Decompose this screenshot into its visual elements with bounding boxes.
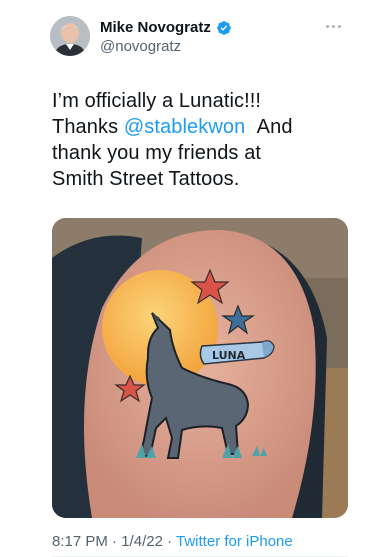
more-dot (326, 24, 329, 28)
meta-separator: · (167, 533, 173, 550)
tweet-text-line: I’m officially a Lunatic!!! (52, 90, 262, 112)
author-name-row[interactable]: Mike Novogratz (100, 19, 232, 37)
avatar-image (50, 16, 90, 56)
tweet-source-link[interactable]: Twitter for iPhone (176, 533, 293, 550)
mention-link[interactable]: @stablekwon (124, 116, 245, 138)
more-options-icon[interactable] (326, 22, 346, 30)
meta-separator: · (112, 533, 118, 550)
more-dot (338, 24, 341, 28)
tweet-text: I’m officially a Lunatic!!! Thanks @stab… (52, 88, 352, 192)
tweet-text-and: And (256, 116, 293, 138)
avatar[interactable] (50, 16, 90, 56)
tweet-text-thanks: Thanks (52, 116, 119, 138)
tweet-date[interactable]: 1/4/22 (121, 533, 163, 550)
tweet-meta: 8:17 PM · 1/4/22 · Twitter for iPhone (52, 532, 293, 552)
tattoo-photo: LUNA (52, 218, 348, 518)
author-handle[interactable]: @novogratz (100, 38, 181, 56)
author-display-name[interactable]: Mike Novogratz (100, 19, 211, 37)
tweet-text-line: Thanks @stablekwon And (52, 114, 352, 140)
verified-badge-icon (217, 21, 231, 35)
tweet-media-image[interactable]: LUNA (52, 218, 348, 518)
more-dot (332, 24, 335, 28)
tweet-text-line: Smith Street Tattoos. (52, 168, 240, 190)
tweet-time[interactable]: 8:17 PM (52, 533, 108, 550)
tweet-text-line: thank you my friends at (52, 142, 262, 164)
banner-text: LUNA (212, 349, 246, 362)
